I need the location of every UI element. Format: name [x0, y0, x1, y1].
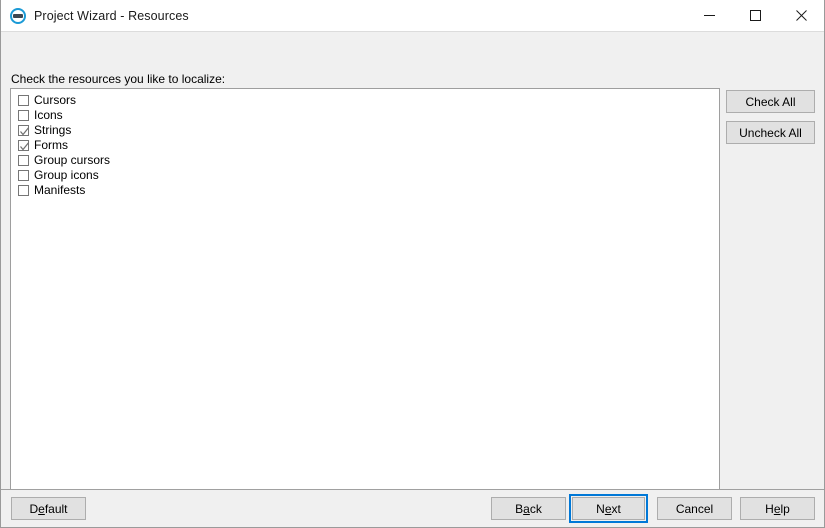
project-wizard-icon [10, 7, 26, 24]
side-button-group: Check All Uncheck All [726, 90, 815, 144]
resource-item-label: Cursors [34, 93, 77, 107]
checkbox-unchecked-icon[interactable] [18, 185, 29, 196]
back-button[interactable]: Back [491, 497, 566, 520]
resource-item-label: Group cursors [34, 153, 111, 167]
help-button-label: Help [765, 501, 790, 516]
close-icon[interactable] [778, 0, 824, 31]
uncheck-all-button[interactable]: Uncheck All [726, 121, 815, 144]
title-bar: Project Wizard - Resources [1, 0, 824, 32]
check-all-button[interactable]: Check All [726, 90, 815, 113]
next-button-label: Next [596, 501, 621, 516]
checkbox-unchecked-icon[interactable] [18, 95, 29, 106]
back-button-label: Back [515, 501, 542, 516]
project-wizard-window: Project Wizard - Resources Check the res… [0, 0, 825, 528]
resource-item[interactable]: Icons [11, 108, 719, 123]
checkbox-unchecked-icon[interactable] [18, 155, 29, 166]
window-controls [686, 0, 824, 31]
resource-item[interactable]: Strings [11, 123, 719, 138]
resource-item[interactable]: Cursors [11, 93, 719, 108]
client-area: Check the resources you like to localize… [1, 32, 824, 527]
checkbox-unchecked-icon[interactable] [18, 110, 29, 121]
maximize-icon[interactable] [732, 0, 778, 31]
resource-item-label: Strings [34, 123, 72, 137]
resource-item-label: Forms [34, 138, 68, 152]
default-button[interactable]: Default [11, 497, 86, 520]
checkbox-checked-icon[interactable] [18, 140, 29, 151]
next-button[interactable]: Next [572, 497, 645, 520]
default-button-label: Default [29, 501, 68, 516]
icon-bar [13, 13, 23, 18]
resource-list[interactable]: Cursors Icons Strings Forms Group cursors Gro… [10, 88, 720, 509]
help-button[interactable]: Help [740, 497, 815, 520]
window-title: Project Wizard - Resources [34, 8, 189, 23]
cancel-button[interactable]: Cancel [657, 497, 732, 520]
checkbox-checked-icon[interactable] [18, 125, 29, 136]
resource-item-label: Icons [34, 108, 63, 122]
next-button-focus-ring: Next [569, 494, 648, 523]
prompt-label: Check the resources you like to localize… [11, 72, 226, 86]
resource-item[interactable]: Group cursors [11, 153, 719, 168]
resource-item-label: Manifests [34, 183, 86, 197]
cancel-button-label: Cancel [675, 501, 714, 516]
minimize-icon[interactable] [686, 0, 732, 31]
resource-item[interactable]: Group icons [11, 168, 719, 183]
resource-item[interactable]: Manifests [11, 183, 719, 198]
resource-item-label: Group icons [34, 168, 99, 182]
checkbox-unchecked-icon[interactable] [18, 170, 29, 181]
resource-item[interactable]: Forms [11, 138, 719, 153]
footer-button-bar: Default Back Next Cancel Help [1, 490, 825, 527]
